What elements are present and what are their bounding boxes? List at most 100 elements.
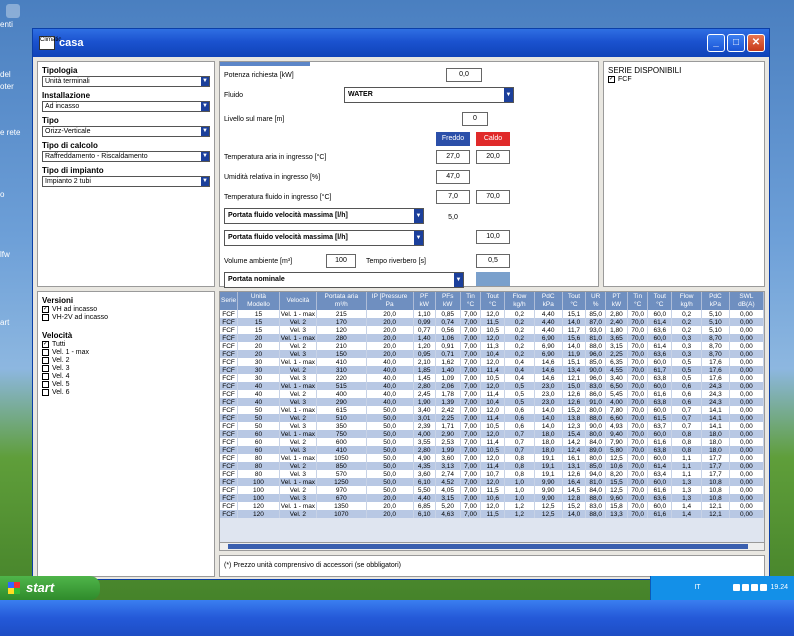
- column-header[interactable]: PF kW: [413, 292, 436, 310]
- column-header[interactable]: Unità Modello: [237, 292, 280, 310]
- velocita-4[interactable]: Vel. 4: [42, 373, 214, 380]
- table-row[interactable]: FCF 15 Vel. 1 - max 215 20,0 1,10 0,85 7,00 12,0…: [220, 310, 764, 318]
- fluido-select[interactable]: WATER ▼: [344, 87, 514, 103]
- column-header[interactable]: IP [Pressure Pa: [366, 292, 414, 310]
- portata1-select[interactable]: Portata fluido velocità massima [l/h] ▼: [224, 208, 424, 224]
- table-row[interactable]: FCF 80 Vel. 3 570 50,0 3,60 2,74 7,00 10,7 0,8 19,…: [220, 470, 764, 478]
- column-header[interactable]: PdC kPa: [534, 292, 563, 310]
- desktop-icon-1[interactable]: enti: [0, 4, 30, 29]
- table-row[interactable]: FCF 20 Vel. 3 150 20,0 0,95 0,71 7,00 10,4 0,2 6,9…: [220, 350, 764, 358]
- installazione-select[interactable]: Ad incasso ▼: [42, 101, 210, 112]
- temp-aria-caldo-input[interactable]: 20,0: [476, 150, 510, 164]
- desktop-icon-5[interactable]: o: [0, 190, 30, 199]
- table-row[interactable]: FCF 30 Vel. 3 220 40,0 1,45 1,09 7,00 10,5 0,4 14,…: [220, 374, 764, 382]
- column-header[interactable]: PdC kPa: [701, 292, 730, 310]
- table-row[interactable]: FCF 30 Vel. 2 310 40,0 1,85 1,40 7,00 11,4 0,4 14,…: [220, 366, 764, 374]
- column-header[interactable]: Tin °C: [460, 292, 482, 310]
- antivirus-icon[interactable]: [759, 583, 767, 591]
- table-row[interactable]: FCF 100 Vel. 2 970 50,0 5,50 4,05 7,00 11,5 1,0 9,…: [220, 486, 764, 494]
- column-header[interactable]: Tout °C: [647, 292, 673, 310]
- column-header[interactable]: Flow kg/h: [504, 292, 535, 310]
- column-header[interactable]: Tout °C: [480, 292, 506, 310]
- tipo-select[interactable]: Orizz-Verticale ▼: [42, 126, 210, 137]
- velocita-6[interactable]: Vel. 6: [42, 389, 214, 396]
- table-cell: 310: [316, 366, 367, 374]
- start-button[interactable]: start: [0, 576, 100, 600]
- language-indicator[interactable]: IT: [694, 584, 700, 591]
- minimize-button[interactable]: _: [707, 34, 725, 52]
- velocita-3[interactable]: Vel. 3: [42, 365, 214, 372]
- table-row[interactable]: FCF 15 Vel. 3 120 20,0 0,77 0,56 7,00 10,5 0,2 4,4…: [220, 326, 764, 334]
- versione-vh2v[interactable]: VH-2V ad incasso: [42, 314, 214, 321]
- network-icon[interactable]: [732, 583, 740, 591]
- column-header[interactable]: PFs kW: [435, 292, 461, 310]
- volume-input[interactable]: 100: [326, 254, 356, 268]
- table-row[interactable]: FCF 20 Vel. 1 - max 280 20,0 1,40 1,06 7,00 12,0…: [220, 334, 764, 342]
- table-row[interactable]: FCF 40 Vel. 2 400 40,0 2,45 1,78 7,00 11,4 0,5 23,…: [220, 390, 764, 398]
- column-header[interactable]: SWL dB(A): [729, 292, 764, 310]
- table-row[interactable]: FCF 50 Vel. 2 510 50,0 3,01 2,25 7,00 11,4 0,6 14,…: [220, 414, 764, 422]
- livello-input[interactable]: 0: [462, 112, 488, 126]
- velocita-2[interactable]: Vel. 2: [42, 357, 214, 364]
- table-row[interactable]: FCF 100 Vel. 1 - max 1250 50,0 6,10 4,52 7,00 12…: [220, 478, 764, 486]
- horizontal-scrollbar[interactable]: [220, 542, 764, 550]
- desktop-icon-6[interactable]: lfw: [0, 250, 30, 259]
- column-header[interactable]: Flow kg/h: [671, 292, 703, 310]
- close-button[interactable]: ✕: [747, 34, 765, 52]
- potenza-input[interactable]: 0,0: [446, 68, 482, 82]
- portata2-input[interactable]: 10,0: [476, 230, 510, 244]
- scroll-thumb[interactable]: [228, 544, 748, 549]
- table-row[interactable]: FCF 120 Vel. 2 1070 20,0 6,10 4,63 7,00 11,5 1,2 1…: [220, 510, 764, 518]
- chevron-down-icon: ▼: [454, 273, 463, 287]
- temp-fluido-freddo-input[interactable]: 7,0: [436, 190, 470, 204]
- umidita-input[interactable]: 47,0: [436, 170, 470, 184]
- temp-aria-freddo-input[interactable]: 27,0: [436, 150, 470, 164]
- table-row[interactable]: FCF 100 Vel. 3 670 20,0 4,40 3,15 7,00 10,6 1,0 9,…: [220, 494, 764, 502]
- column-header[interactable]: Portata aria m³/h: [316, 292, 367, 310]
- temp-fluido-caldo-input[interactable]: 70,0: [476, 190, 510, 204]
- portata-nominale-select[interactable]: Portata nominale ▼: [224, 272, 464, 288]
- desktop-icon-3[interactable]: oter: [0, 82, 30, 91]
- desktop-icon-7[interactable]: art: [0, 318, 30, 327]
- table-row[interactable]: FCF 60 Vel. 1 - max 750 50,0 4,00 2,90 7,00 12,0…: [220, 430, 764, 438]
- table-row[interactable]: FCF 40 Vel. 3 290 40,0 1,90 1,39 7,00 10,4 0,5 23,…: [220, 398, 764, 406]
- tempo-input[interactable]: 0,5: [476, 254, 510, 268]
- velocita-5[interactable]: Vel. 5: [42, 381, 214, 388]
- volume-icon[interactable]: [741, 583, 749, 591]
- tipo-impianto-select[interactable]: Impianto 2 tubi ▼: [42, 176, 210, 187]
- table-row[interactable]: FCF 80 Vel. 2 850 50,0 4,35 3,13 7,00 11,4 0,8 19,…: [220, 462, 764, 470]
- maximize-button[interactable]: □: [727, 34, 745, 52]
- table-row[interactable]: FCF 50 Vel. 3 350 50,0 2,39 1,71 7,00 10,5 0,6 14,…: [220, 422, 764, 430]
- table-row[interactable]: FCF 80 Vel. 1 - max 1050 50,0 4,90 3,60 7,00 12,…: [220, 454, 764, 462]
- table-cell: 6,90: [534, 342, 563, 350]
- desktop-icon-2[interactable]: del: [0, 70, 30, 79]
- column-header[interactable]: Velocità: [279, 292, 318, 310]
- table-cell: 2,42: [435, 406, 461, 414]
- velocita-1[interactable]: Vel. 1 - max: [42, 349, 214, 356]
- column-header[interactable]: UR %: [585, 292, 607, 310]
- column-header[interactable]: Serie: [220, 292, 239, 310]
- column-header[interactable]: Tout °C: [562, 292, 587, 310]
- portata1-input[interactable]: 5,0: [436, 212, 470, 226]
- velocita-tutti[interactable]: ✓ Tutti: [42, 341, 214, 348]
- serie-item[interactable]: ✓ FCF: [608, 76, 764, 83]
- table-row[interactable]: FCF 40 Vel. 1 - max 515 40,0 2,80 2,06 7,00 12,0…: [220, 382, 764, 390]
- table-row[interactable]: FCF 50 Vel. 1 - max 615 50,0 3,40 2,42 7,00 12,0…: [220, 406, 764, 414]
- portata2-select[interactable]: Portata fluido velocità massima [l/h] ▼: [224, 230, 424, 246]
- table-row[interactable]: FCF 30 Vel. 1 - max 410 40,0 2,10 1,62 7,00 12,0…: [220, 358, 764, 366]
- table-row[interactable]: FCF 15 Vel. 2 170 20,0 0,99 0,74 7,00 11,5 0,2 4,4…: [220, 318, 764, 326]
- column-header[interactable]: PT kW: [605, 292, 628, 310]
- column-header[interactable]: Tin °C: [627, 292, 649, 310]
- table-row[interactable]: FCF 20 Vel. 2 210 20,0 1,20 0,91 7,00 11,3 0,2 6,9…: [220, 342, 764, 350]
- security-icon[interactable]: [750, 583, 758, 591]
- tipo-calcolo-select[interactable]: Raffreddamento - Riscaldamento ▼: [42, 151, 210, 162]
- table-row[interactable]: FCF 120 Vel. 1 - max 1350 20,0 6,85 5,20 7,00 12…: [220, 502, 764, 510]
- desktop-icon-4[interactable]: e rete: [0, 128, 30, 137]
- tipologia-select[interactable]: Unità terminali ▼: [42, 76, 210, 87]
- versione-vh[interactable]: ✓ VH ad incasso: [42, 306, 214, 313]
- title-bar[interactable]: Climatic casa _ □ ✕: [33, 29, 769, 57]
- table-row[interactable]: FCF 60 Vel. 2 600 50,0 3,55 2,53 7,00 11,4 0,7 18,…: [220, 438, 764, 446]
- table-cell: 7,00: [460, 478, 482, 486]
- table-row[interactable]: FCF 60 Vel. 3 410 50,0 2,80 1,99 7,00 10,5 0,7 18,…: [220, 446, 764, 454]
- table-cell: FCF: [220, 446, 239, 454]
